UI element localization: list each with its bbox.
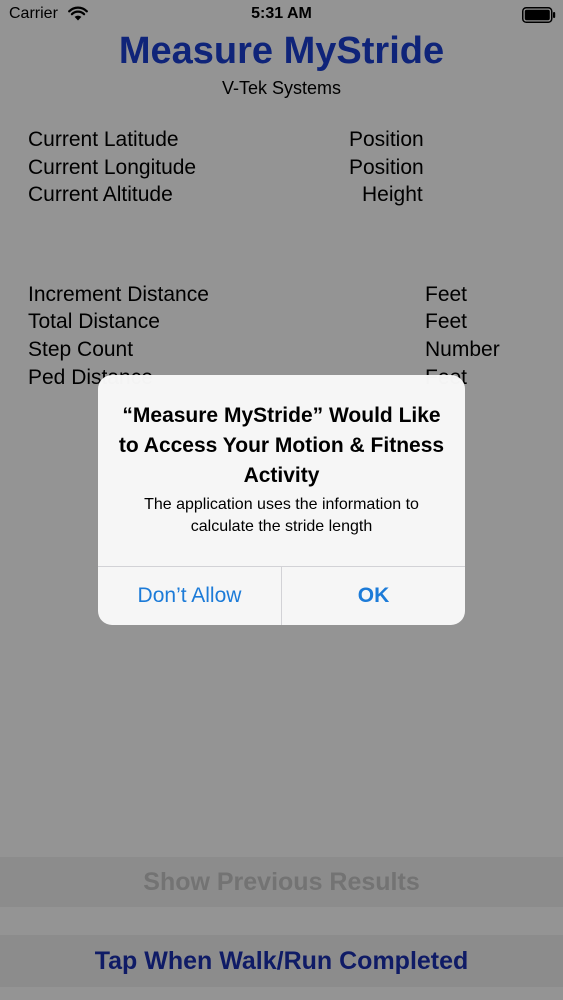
dont-allow-button[interactable]: Don’t Allow	[98, 567, 281, 625]
alert-title: “Measure MyStride” Would Like to Access …	[118, 404, 445, 487]
alert-message: The application uses the information to …	[144, 496, 419, 535]
ok-button[interactable]: OK	[282, 567, 465, 625]
motion-permission-alert: “Measure MyStride” Would Like to Access …	[98, 375, 465, 625]
